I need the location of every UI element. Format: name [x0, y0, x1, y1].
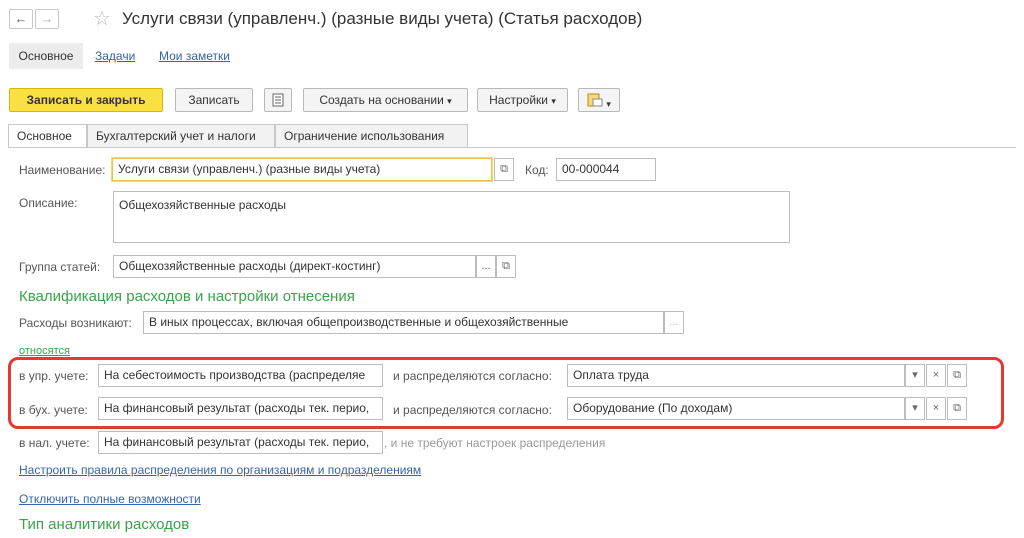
document-icon: [272, 93, 284, 107]
section-title: Квалификация расходов и настройки отнесе…: [19, 288, 355, 305]
print-menu-button[interactable]: ▾: [578, 88, 620, 112]
mgmt-label: в упр. учете:: [19, 369, 89, 383]
open-icon[interactable]: ⧉: [496, 255, 516, 278]
acc-label: в бух. учете:: [19, 403, 88, 417]
printer-icon: [587, 93, 603, 107]
mgmt-input[interactable]: На себестоимость производства (распредел…: [98, 364, 383, 387]
arrow-right-icon: →: [40, 11, 54, 26]
open-icon[interactable]: ⧉: [494, 158, 514, 181]
disable-full-features-link[interactable]: Отключить полные возможности: [19, 492, 201, 506]
chevron-down-icon: ▾: [447, 96, 452, 106]
tab-main-section-label: Основное: [18, 49, 74, 63]
open-icon[interactable]: ⧉: [947, 397, 967, 420]
chevron-down-icon[interactable]: ▾: [905, 364, 925, 387]
create-based-on-button[interactable]: Создать на основании ▾: [303, 88, 468, 112]
chevron-down-icon: ▾: [606, 99, 611, 109]
configure-rules-link[interactable]: Настроить правила распределения по орган…: [19, 463, 421, 477]
report-button[interactable]: [264, 88, 292, 112]
tax-label: в нал. учете:: [19, 436, 90, 450]
settings-label: Настройки: [489, 93, 548, 107]
group-input[interactable]: Общехозяйственные расходы (директ-костин…: [113, 255, 476, 278]
group-label: Группа статей:: [19, 260, 101, 274]
choose-button[interactable]: ...: [476, 255, 496, 278]
tab-divider: [8, 147, 1016, 148]
save-and-close-button[interactable]: Записать и закрыть: [9, 88, 163, 112]
description-label: Описание:: [19, 196, 78, 210]
tax-input[interactable]: На финансовый результат (расходы тек. пе…: [98, 431, 383, 454]
tab-main-section[interactable]: Основное: [9, 43, 83, 69]
mgmt-distribution-input[interactable]: Оплата труда: [567, 364, 905, 387]
forward-button[interactable]: →: [35, 9, 59, 29]
create-based-on-label: Создать на основании: [319, 93, 444, 107]
open-icon[interactable]: ⧉: [947, 364, 967, 387]
expenses-arise-label: Расходы возникают:: [19, 316, 132, 330]
acc-distribution-label: и распределяются согласно:: [393, 403, 552, 417]
settings-button[interactable]: Настройки ▾: [477, 88, 568, 112]
relate-link[interactable]: относятся: [19, 345, 70, 357]
window-title: Услуги связи (управленч.) (разные виды у…: [122, 9, 643, 28]
clear-icon[interactable]: ×: [926, 397, 946, 420]
arrow-left-icon: ←: [14, 11, 28, 26]
back-button[interactable]: ←: [9, 9, 33, 29]
tab-my-notes[interactable]: Мои заметки: [159, 43, 230, 69]
tab-tasks[interactable]: Задачи: [95, 43, 135, 69]
tab-usage-restriction[interactable]: Ограничение использования: [275, 124, 468, 148]
name-input[interactable]: Услуги связи (управленч.) (разные виды у…: [112, 158, 492, 181]
star-icon[interactable]: ☆: [93, 6, 111, 31]
tax-note: , и не требуют настроек распределения: [384, 436, 606, 450]
tab-main[interactable]: Основное: [8, 124, 87, 148]
mgmt-distribution-label: и распределяются согласно:: [393, 369, 552, 383]
clear-icon[interactable]: ×: [926, 364, 946, 387]
expenses-arise-input[interactable]: В иных процессах, включая общепроизводст…: [143, 311, 664, 334]
description-textarea[interactable]: Общехозяйственные расходы: [113, 191, 790, 243]
acc-distribution-input[interactable]: Оборудование (По доходам): [567, 397, 905, 420]
save-button[interactable]: Записать: [175, 88, 253, 112]
code-label: Код:: [525, 163, 549, 177]
chevron-down-icon: ▾: [551, 96, 556, 106]
code-input[interactable]: 00-000044: [556, 158, 656, 181]
name-label: Наименование:: [19, 163, 106, 177]
choose-button[interactable]: ...: [664, 311, 684, 334]
chevron-down-icon[interactable]: ▾: [905, 397, 925, 420]
acc-input[interactable]: На финансовый результат (расходы тек. пе…: [98, 397, 383, 420]
tab-accounting-taxes[interactable]: Бухгалтерский учет и налоги: [87, 124, 275, 148]
analytics-title: Тип аналитики расходов: [19, 516, 190, 533]
